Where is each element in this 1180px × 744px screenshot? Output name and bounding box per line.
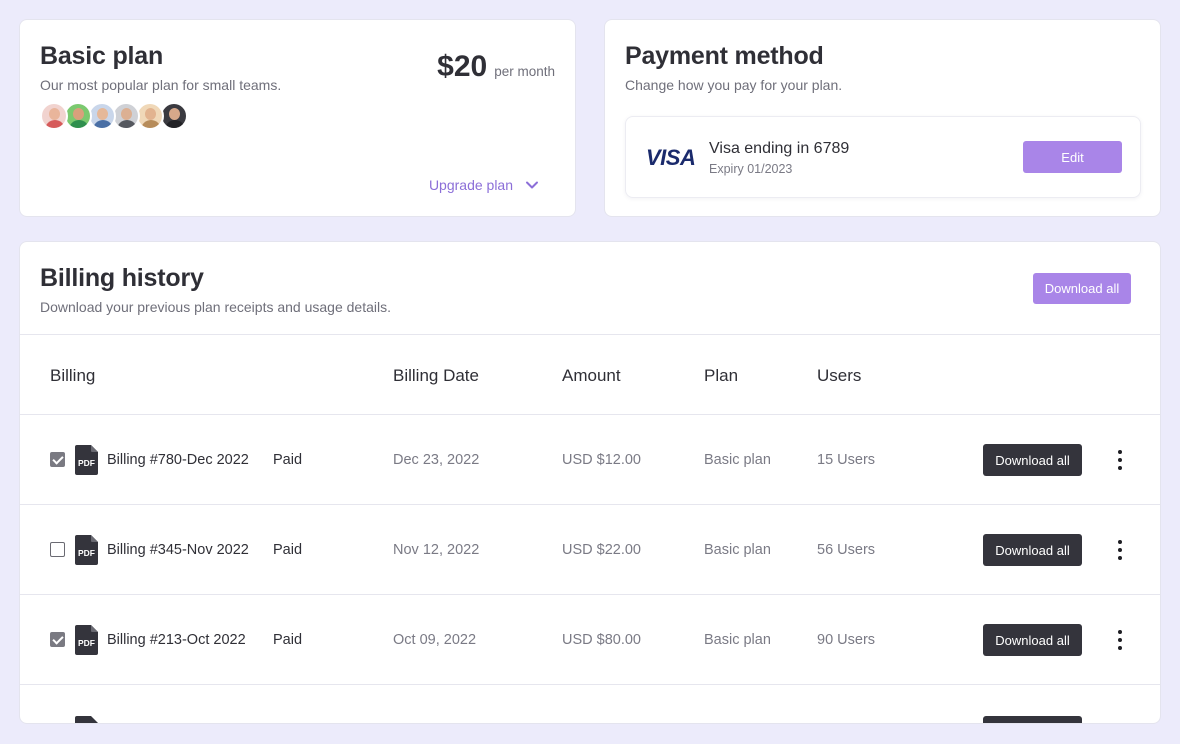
row-download-button[interactable]: Download all (983, 624, 1082, 656)
table-row: PDF Billing #213-Oct 2022 Paid Oct 09, 2022… (20, 595, 1160, 685)
pdf-file-icon: PDF (75, 625, 98, 655)
column-plan: Plan (704, 366, 739, 385)
billing-amount: USD $22.00 (562, 542, 641, 558)
row-checkbox[interactable] (50, 452, 65, 467)
card-expiry: Expiry 01/2023 (709, 162, 793, 176)
column-amount: Amount (562, 366, 621, 385)
history-title: Billing history (40, 264, 204, 292)
column-billing-date: Billing Date (393, 366, 479, 385)
row-checkbox[interactable] (50, 632, 65, 647)
chevron-down-icon (526, 181, 538, 189)
avatar (136, 102, 164, 130)
column-billing: Billing (50, 366, 96, 385)
svg-text:PDF: PDF (78, 458, 95, 468)
billing-amount: USD $12.00 (562, 452, 641, 468)
billing-plan: Basic plan (704, 632, 771, 648)
row-download-button[interactable]: Download all (983, 444, 1082, 476)
plan-price: $20 per month (437, 50, 555, 84)
table-header: Billing Billing Date Amount Plan Users (20, 334, 1160, 415)
invoice-name: Billing #213-Oct 2022 (107, 632, 246, 648)
table-row: PDF Billing #780-Dec 2022 Paid Dec 23, 2022… (20, 415, 1160, 505)
card-name: Visa ending in 6789 (709, 140, 850, 157)
invoice-name: Billing #345-Nov 2022 (107, 542, 249, 558)
row-download-button[interactable]: Download all (983, 534, 1082, 566)
billing-date: Dec 23, 2022 (393, 452, 480, 468)
avatar (160, 102, 188, 130)
invoice-name: Billing #780-Dec 2022 (107, 452, 249, 468)
billing-users: 90 Users (817, 632, 876, 648)
history-subtitle: Download your previous plan receipts and… (40, 299, 391, 315)
basic-plan-card: Basic plan Our most popular plan for sma… (19, 19, 576, 217)
kebab-menu-icon[interactable] (1112, 628, 1128, 652)
row-checkbox[interactable] (50, 542, 65, 557)
saved-card: VISA Visa ending in 6789 Expiry 01/2023 … (625, 116, 1141, 198)
edit-payment-button[interactable]: Edit (1023, 141, 1122, 173)
svg-text:PDF: PDF (78, 548, 95, 558)
table-row-partial (20, 686, 1160, 723)
pdf-file-icon: PDF (75, 445, 98, 475)
billing-date: Oct 09, 2022 (393, 632, 477, 648)
row-download-button-partial[interactable] (983, 716, 1082, 723)
billing-users: 15 Users (817, 452, 876, 468)
plan-title: Basic plan (40, 42, 164, 70)
download-all-button[interactable]: Download all (1033, 273, 1131, 304)
team-avatars (40, 102, 188, 130)
billing-amount: USD $80.00 (562, 632, 641, 648)
pdf-file-icon (75, 716, 98, 723)
upgrade-plan-label: Upgrade plan (428, 177, 513, 193)
price-period: per month (494, 64, 555, 79)
price-amount: $20 (437, 50, 488, 83)
avatar (88, 102, 116, 130)
payment-method-card: Payment method Change how you pay for yo… (604, 19, 1161, 217)
invoice-status: Paid (273, 542, 303, 558)
payment-title: Payment method (625, 42, 824, 70)
svg-text:PDF: PDF (78, 638, 95, 648)
table-row: PDF Billing #345-Nov 2022 Paid Nov 12, 2022… (20, 505, 1160, 595)
column-users: Users (817, 366, 862, 385)
billing-history-card: Billing history Download your previous p… (19, 241, 1161, 724)
invoice-status: Paid (273, 632, 303, 648)
kebab-menu-icon[interactable] (1112, 538, 1128, 562)
billing-date: Nov 12, 2022 (393, 542, 480, 558)
billing-plan: Basic plan (704, 452, 771, 468)
upgrade-plan-button[interactable]: Upgrade plan (429, 177, 539, 193)
plan-subtitle: Our most popular plan for small teams. (40, 77, 282, 93)
invoice-status: Paid (273, 452, 303, 468)
avatar (64, 102, 92, 130)
visa-logo: VISA (646, 145, 696, 170)
pdf-file-icon: PDF (75, 535, 98, 565)
billing-users: 56 Users (817, 542, 876, 558)
avatar (112, 102, 140, 130)
avatar (40, 102, 68, 130)
billing-plan: Basic plan (704, 542, 771, 558)
payment-subtitle: Change how you pay for your plan. (625, 77, 843, 93)
kebab-menu-icon[interactable] (1112, 448, 1128, 472)
